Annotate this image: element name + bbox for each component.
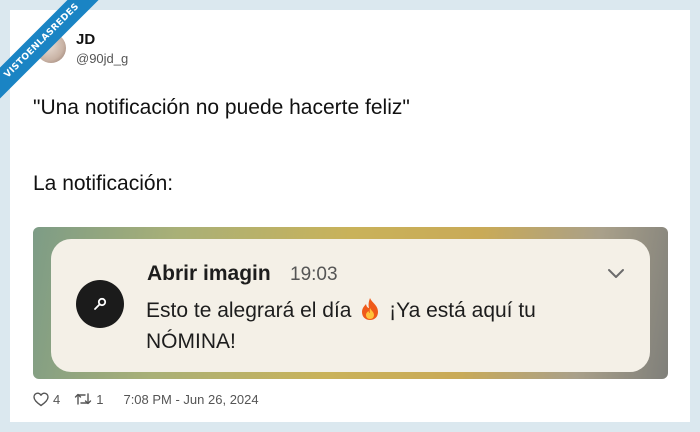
notification-time: 19:03 (290, 264, 338, 285)
heart-icon (33, 392, 49, 406)
watermark-corner: VISTOENLASREDES (0, 0, 110, 110)
chevron-down-icon[interactable] (604, 264, 628, 284)
like-count: 4 (53, 391, 61, 407)
notification-text-start: Esto te alegrará el día (146, 299, 352, 322)
notification-app-name: Abrir imagin (147, 262, 271, 285)
retweet-button[interactable]: 1 (74, 392, 103, 407)
like-button[interactable]: 4 (33, 392, 60, 407)
watermark-ribbon: VISTOENLASREDES (0, 0, 107, 106)
key-icon (94, 297, 107, 310)
app-icon (76, 280, 124, 328)
tweet-timestamp[interactable]: 7:08 PM - Jun 26, 2024 (123, 392, 258, 407)
retweet-icon (75, 393, 92, 405)
tweet-footer: 4 1 7:08 PM - Jun 26, 2024 (33, 390, 259, 408)
tweet-text-line-2: La notificación: (33, 172, 174, 195)
fire-emoji-icon (362, 298, 379, 320)
notification-body: Esto te alegrará el día ¡Ya está aquí tu… (146, 295, 596, 357)
retweet-count: 1 (96, 391, 104, 407)
